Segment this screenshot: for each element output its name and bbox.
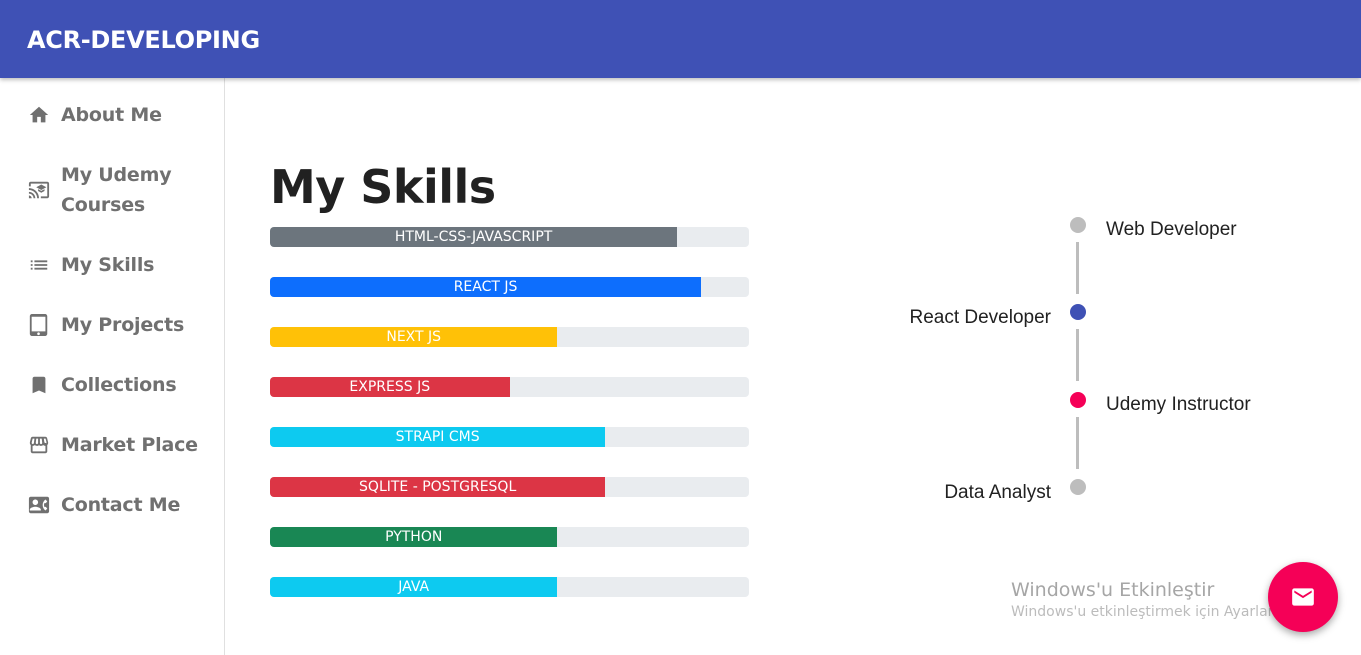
skill-label: REACT JS [453, 279, 518, 295]
skill-progress-bar: REACT JS [270, 277, 749, 297]
skill-progress-fill: JAVA [270, 577, 558, 597]
skill-progress-fill: STRAPI CMS [270, 427, 606, 447]
page-title: My Skills [270, 160, 496, 214]
skill-label: PYTHON [385, 529, 443, 545]
skill-progress-fill: EXPRESS JS [270, 377, 510, 397]
contact-card-icon [28, 496, 50, 514]
timeline-label: Data Analyst [944, 482, 1051, 503]
skill-progress-fill: REACT JS [270, 277, 702, 297]
skill-label: STRAPI CMS [395, 429, 480, 445]
skill-progress-fill: HTML-CSS-JAVASCRIPT [270, 227, 678, 247]
sidebar-item-label: Collections [61, 374, 177, 396]
app-bar: ACR-DEVELOPING [0, 0, 1361, 78]
sidebar-item-label: Market Place [61, 434, 198, 456]
skill-progress-bar: PYTHON [270, 527, 749, 547]
cast-for-education-icon [28, 181, 50, 199]
sidebar-item-label: My Projects [61, 314, 185, 336]
skill-label: NEXT JS [386, 329, 442, 345]
sidebar-item-label: My Skills [61, 254, 155, 276]
skill-progress-bar: STRAPI CMS [270, 427, 749, 447]
tablet-icon [29, 314, 48, 336]
bookmark-icon [32, 376, 46, 394]
sidebar: About Me My Udemy Courses My Skills My P… [0, 78, 225, 655]
sidebar-item-my-projects[interactable]: My Projects [0, 310, 224, 340]
timeline-label: Udemy Instructor [1106, 394, 1251, 415]
sidebar-item-contact-me[interactable]: Contact Me [0, 490, 224, 520]
list-icon [30, 260, 48, 270]
timeline-dot [1070, 217, 1086, 233]
store-icon [29, 436, 49, 454]
sidebar-item-collections[interactable]: Collections [0, 370, 224, 400]
sidebar-item-label: Contact Me [61, 494, 181, 516]
activation-watermark-title: Windows'u Etkinleştir [1011, 579, 1215, 601]
sidebar-item-my-udemy-courses[interactable]: My Udemy Courses [0, 160, 224, 220]
timeline-dot [1070, 304, 1086, 320]
sidebar-item-about-me[interactable]: About Me [0, 100, 224, 130]
contact-mail-button[interactable] [1268, 562, 1338, 632]
skill-progress-fill: SQLITE - POSTGRESQL [270, 477, 606, 497]
mail-icon [1292, 588, 1314, 606]
skill-progress-bar: JAVA [270, 577, 749, 597]
skill-progress-fill: NEXT JS [270, 327, 558, 347]
skill-progress-fill: PYTHON [270, 527, 558, 547]
timeline-dot [1070, 392, 1086, 408]
timeline-label: Web Developer [1106, 219, 1237, 240]
sidebar-item-label-line1: My Udemy [61, 164, 172, 186]
timeline-dot [1070, 479, 1086, 495]
skill-progress-bar: EXPRESS JS [270, 377, 749, 397]
skill-label: EXPRESS JS [349, 379, 431, 395]
skill-progress-bar: HTML-CSS-JAVASCRIPT [270, 227, 749, 247]
sidebar-item-label-line2: Courses [61, 194, 145, 216]
skill-label: HTML-CSS-JAVASCRIPT [394, 229, 553, 245]
skill-label: JAVA [398, 579, 430, 595]
timeline-connector [1076, 242, 1079, 294]
sidebar-item-my-skills[interactable]: My Skills [0, 250, 224, 280]
timeline-label: React Developer [909, 307, 1051, 328]
timeline-connector [1076, 329, 1079, 381]
skill-label: SQLITE - POSTGRESQL [359, 479, 517, 495]
skill-progress-bar: SQLITE - POSTGRESQL [270, 477, 749, 497]
home-icon [29, 106, 49, 123]
sidebar-item-market-place[interactable]: Market Place [0, 430, 224, 460]
timeline-connector [1076, 417, 1079, 469]
main-content: My Skills HTML-CSS-JAVASCRIPT REACT JS N… [225, 78, 1361, 655]
skill-progress-bar: NEXT JS [270, 327, 749, 347]
brand-title[interactable]: ACR-DEVELOPING [27, 26, 260, 54]
sidebar-item-label: About Me [61, 104, 162, 126]
